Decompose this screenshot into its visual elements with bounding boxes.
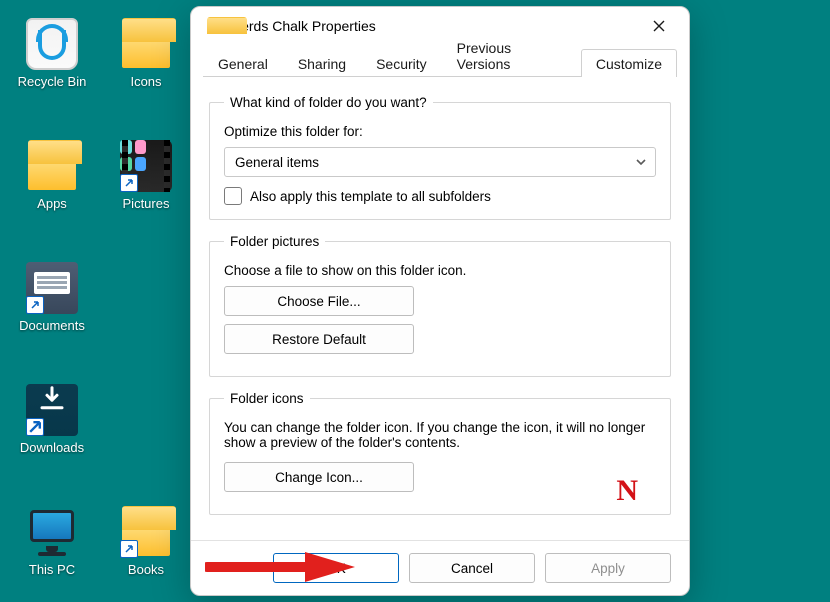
close-icon: [653, 20, 665, 32]
chevron-down-icon: [635, 156, 647, 168]
dialog-button-bar: OK Cancel Apply: [191, 540, 689, 595]
this-pc-icon: [26, 506, 78, 558]
desktop-icon-this-pc[interactable]: This PC: [10, 506, 94, 577]
desktop-icon-label: Books: [128, 562, 164, 577]
folder-icon: [26, 140, 78, 192]
desktop-icon-recycle-bin[interactable]: Recycle Bin: [10, 18, 94, 89]
tab-body-customize: What kind of folder do you want? Optimiz…: [191, 77, 689, 540]
documents-icon: [26, 262, 78, 314]
desktop-icon-label: Icons: [130, 74, 161, 89]
optimize-for-label: Optimize this folder for:: [224, 124, 656, 139]
shortcut-arrow-icon: [120, 174, 138, 192]
desktop-icon-documents[interactable]: Documents: [10, 262, 94, 333]
folder-icons-hint: You can change the folder icon. If you c…: [224, 420, 656, 450]
group-legend: What kind of folder do you want?: [224, 95, 433, 110]
group-folder-pictures: Folder pictures Choose a file to show on…: [209, 234, 671, 377]
cancel-button[interactable]: Cancel: [409, 553, 535, 583]
desktop-icon-downloads[interactable]: Downloads: [10, 384, 94, 455]
optimize-for-select[interactable]: General items: [224, 147, 656, 177]
tabstrip: General Sharing Security Previous Versio…: [191, 45, 689, 77]
group-folder-kind: What kind of folder do you want? Optimiz…: [209, 95, 671, 220]
group-folder-icons: Folder icons You can change the folder i…: [209, 391, 671, 515]
group-legend: Folder pictures: [224, 234, 325, 249]
folder-icon: [120, 506, 172, 558]
desktop-icon-label: Pictures: [123, 196, 170, 211]
folder-pictures-hint: Choose a file to show on this folder ico…: [224, 263, 656, 278]
tab-sharing[interactable]: Sharing: [283, 49, 361, 77]
checkbox-box-icon: [224, 187, 242, 205]
close-button[interactable]: [639, 12, 679, 40]
desktop-icon-books[interactable]: Books: [104, 506, 188, 577]
apply-to-subfolders-checkbox[interactable]: Also apply this template to all subfolde…: [224, 187, 656, 205]
desktop-icon-pictures[interactable]: Pictures: [104, 140, 188, 211]
desktop-icon-label: Downloads: [20, 440, 84, 455]
desktop-icon-label: Apps: [37, 196, 67, 211]
shortcut-arrow-icon: [26, 418, 44, 436]
desktop-icon-label: Documents: [19, 318, 85, 333]
select-value: General items: [235, 155, 319, 170]
recycle-bin-icon: [26, 18, 78, 70]
group-legend: Folder icons: [224, 391, 310, 406]
change-icon-button[interactable]: Change Icon...: [224, 462, 414, 492]
titlebar[interactable]: Nerds Chalk Properties: [191, 7, 689, 45]
properties-dialog: Nerds Chalk Properties General Sharing S…: [190, 6, 690, 596]
pictures-icon: [120, 140, 172, 192]
tab-previous-versions[interactable]: Previous Versions: [442, 33, 581, 77]
tab-general[interactable]: General: [203, 49, 283, 77]
desktop-icon-label: This PC: [29, 562, 75, 577]
tab-security[interactable]: Security: [361, 49, 442, 77]
desktop-icon-icons[interactable]: Icons: [104, 18, 188, 89]
tab-customize[interactable]: Customize: [581, 49, 677, 77]
restore-default-button[interactable]: Restore Default: [224, 324, 414, 354]
folder-icon: [120, 18, 172, 70]
folder-icon: [205, 17, 223, 35]
shortcut-arrow-icon: [26, 296, 44, 314]
desktop-icon-label: Recycle Bin: [18, 74, 87, 89]
apply-button: Apply: [545, 553, 671, 583]
downloads-icon: [26, 384, 78, 436]
folder-icon-preview: N: [616, 474, 636, 508]
desktop-icon-apps[interactable]: Apps: [10, 140, 94, 211]
ok-button[interactable]: OK: [273, 553, 399, 583]
checkbox-label: Also apply this template to all subfolde…: [250, 189, 491, 204]
choose-file-button[interactable]: Choose File...: [224, 286, 414, 316]
dialog-title: Nerds Chalk Properties: [231, 18, 639, 34]
shortcut-arrow-icon: [120, 540, 138, 558]
